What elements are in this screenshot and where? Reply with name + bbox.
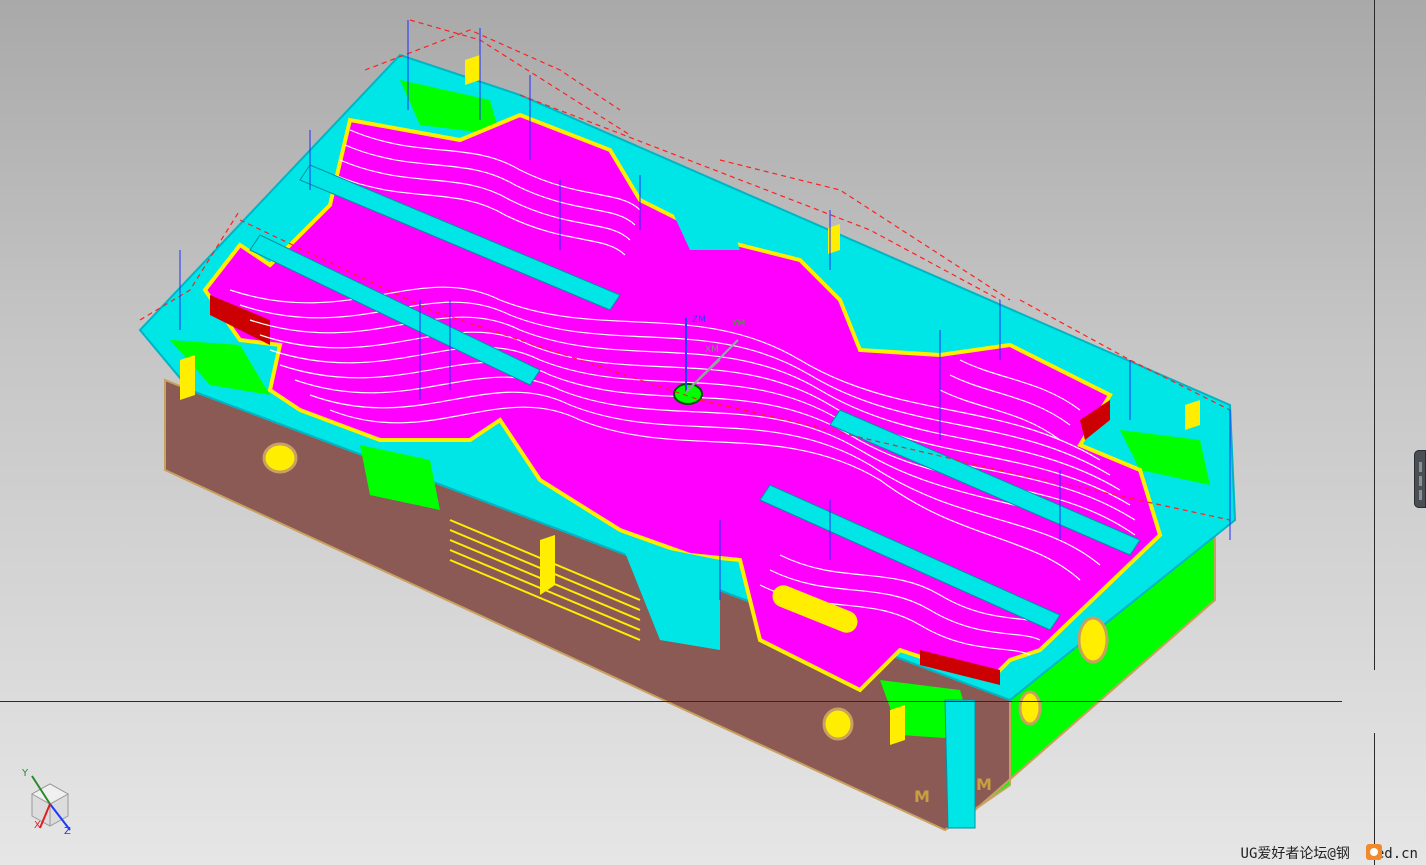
hole [673,383,703,405]
hole [1077,616,1109,664]
view-divider-horizontal [0,701,1342,702]
triad-y-label: Y [22,768,29,779]
triad-z-label: Z [64,826,71,837]
view-triad: Y X Z [18,768,82,838]
mcs-zm-label: ZM [692,315,706,325]
side-mark-right: M [976,775,992,794]
marker-plane [1185,400,1200,430]
watermark-tail: ed.cn [1375,846,1418,862]
forum-logo-icon [1366,844,1382,860]
marker-plane [540,535,555,595]
marker-plane [465,55,480,85]
hole [822,707,854,741]
side-panel-handle[interactable] [1414,450,1426,508]
view-divider-vertical [1374,0,1375,670]
triad-x-label: X [34,820,41,831]
graphics-viewport[interactable]: ZM YM XM M M Y X Z UG爱好者论坛@钢 ed.cn [0,0,1426,865]
mcs-ym-label: YM [731,319,745,329]
side-mark-left: M [914,787,930,806]
marker-plane [890,705,905,745]
stem-feature [944,699,976,829]
hole [262,442,298,474]
marker-plane [180,355,195,400]
forum-watermark: UG爱好者论坛@钢 ed.cn [1241,843,1418,863]
mcs-xm-label: XM [705,345,719,355]
cam-model-view[interactable]: ZM YM XM M M [0,0,1426,865]
hole [1018,690,1042,726]
watermark-text: UG爱好者论坛@钢 [1240,846,1350,862]
